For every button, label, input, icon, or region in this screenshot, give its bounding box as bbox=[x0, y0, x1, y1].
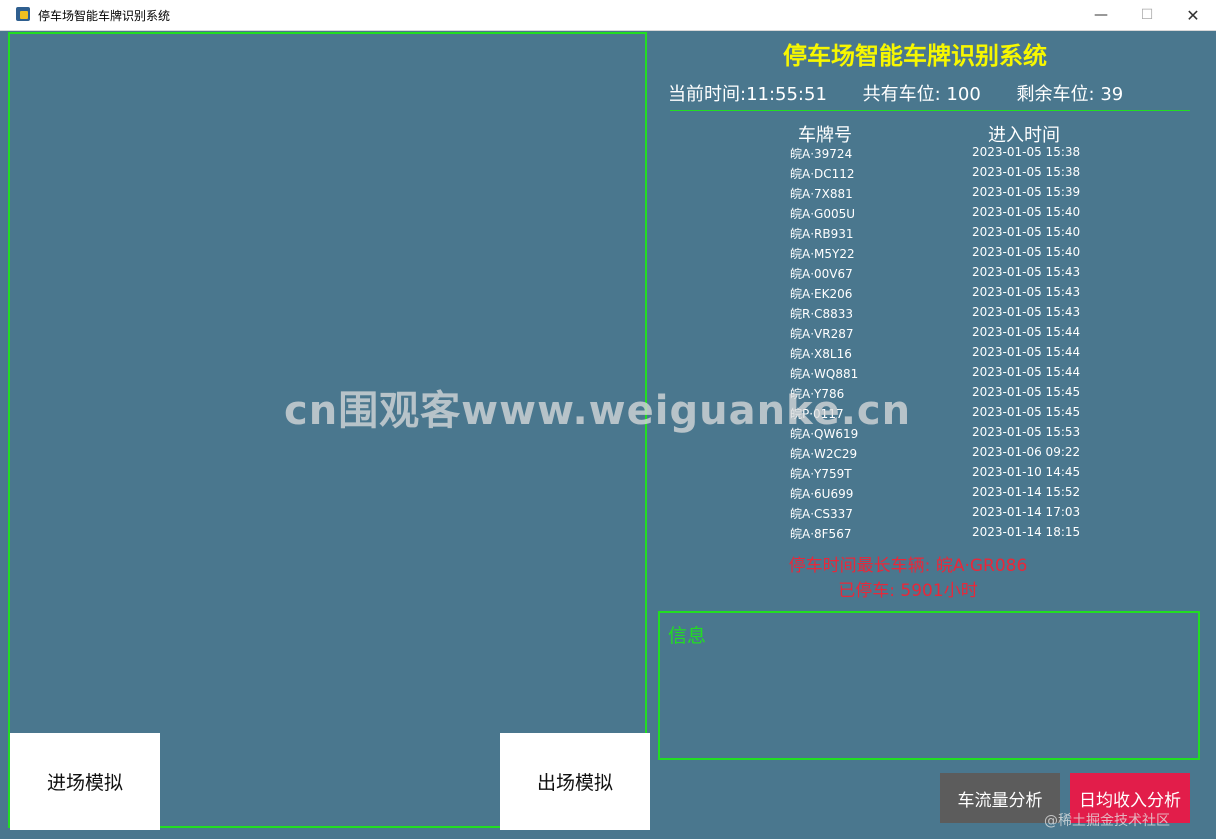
entry-time: 2023-01-05 15:39 bbox=[972, 185, 1081, 199]
close-button[interactable]: ✕ bbox=[1170, 0, 1216, 30]
plate-number: 皖A·W2C29 bbox=[790, 447, 858, 461]
info-panel: 信息 bbox=[658, 611, 1200, 760]
plate-number: 皖A·EK206 bbox=[790, 287, 853, 301]
longest-parked-duration: 已停车: 5901小时 bbox=[838, 581, 978, 601]
app-window: 停车场智能车牌识别系统 — ☐ ✕ 进场模拟 出场模拟 停车场智能车牌识别系统 … bbox=[0, 0, 1216, 839]
plate-number: 皖A·RB931 bbox=[790, 227, 854, 241]
enter-simulation-button[interactable]: 进场模拟 bbox=[10, 733, 160, 830]
plate-number: 皖A·WQ881 bbox=[790, 367, 859, 381]
entry-time: 2023-01-06 09:22 bbox=[972, 445, 1081, 459]
table-row: 皖A·WQ881 2023-01-05 15:44 bbox=[760, 363, 1140, 383]
entry-time: 2023-01-14 15:52 bbox=[972, 485, 1081, 499]
table-row: 皖R·C8833 2023-01-05 15:43 bbox=[760, 303, 1140, 323]
table-row: 皖A·Y759T 2023-01-10 14:45 bbox=[760, 463, 1140, 483]
entry-time: 2023-01-05 15:40 bbox=[972, 205, 1081, 219]
entry-time: 2023-01-05 15:40 bbox=[972, 245, 1081, 259]
plate-number: 皖R·C8833 bbox=[790, 307, 854, 321]
remaining-spaces: 剩余车位: 39 bbox=[1016, 84, 1124, 105]
entry-time: 2023-01-05 15:45 bbox=[972, 385, 1081, 399]
plate-number: 皖A·VR287 bbox=[790, 327, 854, 341]
vehicle-list: 皖A·39724 2023-01-05 15:38 皖A·DC112 2023-01… bbox=[760, 143, 1140, 543]
table-row: 皖A·CS337 2023-01-14 17:03 bbox=[760, 503, 1140, 523]
plate-number: 皖A·6U699 bbox=[790, 487, 854, 501]
window-title: 停车场智能车牌识别系统 bbox=[38, 9, 171, 23]
entry-time: 2023-01-14 17:03 bbox=[972, 505, 1081, 519]
table-row: 皖A·6U699 2023-01-14 15:52 bbox=[760, 483, 1140, 503]
status-line: 当前时间:11:55:51 共有车位: 100 剩余车位: 39 bbox=[668, 80, 1153, 106]
entry-time: 2023-01-10 14:45 bbox=[972, 465, 1081, 479]
camera-view bbox=[8, 32, 647, 828]
plate-number: 皖A·8F567 bbox=[790, 527, 852, 541]
entry-time: 2023-01-05 15:53 bbox=[972, 425, 1081, 439]
plate-number: 皖A·Y786 bbox=[790, 387, 845, 401]
table-row: 皖A·Y786 2023-01-05 15:45 bbox=[760, 383, 1140, 403]
longest-parked-vehicle: 停车时间最长车辆: 皖A·GR086 bbox=[788, 556, 1028, 576]
table-row: 皖A·8F567 2023-01-14 18:15 bbox=[760, 523, 1140, 543]
app-icon bbox=[16, 7, 30, 21]
table-row: 皖A·X8L16 2023-01-05 15:44 bbox=[760, 343, 1140, 363]
table-row: 皖A·00V67 2023-01-05 15:43 bbox=[760, 263, 1140, 283]
entry-time: 2023-01-05 15:40 bbox=[972, 225, 1081, 239]
entry-time: 2023-01-14 18:15 bbox=[972, 525, 1081, 539]
minimize-button[interactable]: — bbox=[1078, 0, 1124, 30]
plate-number: 皖A·CS337 bbox=[790, 507, 853, 521]
header-divider bbox=[670, 110, 1190, 111]
entry-time: 2023-01-05 15:44 bbox=[972, 325, 1081, 339]
table-row: 皖A·M5Y22 2023-01-05 15:40 bbox=[760, 243, 1140, 263]
table-row: 皖A·7X881 2023-01-05 15:39 bbox=[760, 183, 1140, 203]
plate-number: 皖A·X8L16 bbox=[790, 347, 852, 361]
plate-number: 皖A·QW619 bbox=[790, 427, 859, 441]
plate-number: 皖A·00V67 bbox=[790, 267, 853, 281]
table-row: 皖A·VR287 2023-01-05 15:44 bbox=[760, 323, 1140, 343]
table-row: 皖A·G005U 2023-01-05 15:40 bbox=[760, 203, 1140, 223]
table-row: 皖P·0117 2023-01-05 15:45 bbox=[760, 403, 1140, 423]
current-time: 当前时间:11:55:51 bbox=[668, 84, 827, 105]
entry-time: 2023-01-05 15:44 bbox=[972, 345, 1081, 359]
maximize-button[interactable]: ☐ bbox=[1124, 0, 1170, 30]
table-row: 皖A·DC112 2023-01-05 15:38 bbox=[760, 163, 1140, 183]
plate-number: 皖A·M5Y22 bbox=[790, 247, 855, 261]
table-row: 皖A·RB931 2023-01-05 15:40 bbox=[760, 223, 1140, 243]
info-label: 信息 bbox=[668, 625, 707, 647]
plate-number: 皖A·Y759T bbox=[790, 467, 852, 481]
entry-time: 2023-01-05 15:44 bbox=[972, 365, 1081, 379]
table-row: 皖A·EK206 2023-01-05 15:43 bbox=[760, 283, 1140, 303]
entry-time: 2023-01-05 15:38 bbox=[972, 165, 1081, 179]
total-spaces: 共有车位: 100 bbox=[862, 84, 981, 105]
plate-number: 皖A·7X881 bbox=[790, 187, 853, 201]
entry-time: 2023-01-05 15:43 bbox=[972, 305, 1081, 319]
plate-number: 皖A·G005U bbox=[790, 207, 856, 221]
table-row: 皖A·QW619 2023-01-05 15:53 bbox=[760, 423, 1140, 443]
plate-number: 皖A·39724 bbox=[790, 147, 853, 161]
corner-watermark: @稀土掘金技术社区 bbox=[1044, 813, 1170, 829]
exit-simulation-button[interactable]: 出场模拟 bbox=[500, 733, 650, 830]
traffic-flow-analysis-button[interactable]: 车流量分析 bbox=[940, 773, 1060, 823]
title-bar: 停车场智能车牌识别系统 — ☐ ✕ bbox=[0, 0, 1216, 31]
table-row: 皖A·W2C29 2023-01-06 09:22 bbox=[760, 443, 1140, 463]
plate-number: 皖P·0117 bbox=[790, 407, 844, 421]
plate-number: 皖A·DC112 bbox=[790, 167, 855, 181]
table-row: 皖A·39724 2023-01-05 15:38 bbox=[760, 143, 1140, 163]
system-title: 停车场智能车牌识别系统 bbox=[783, 42, 1047, 70]
entry-time: 2023-01-05 15:38 bbox=[972, 145, 1081, 159]
entry-time: 2023-01-05 15:45 bbox=[972, 405, 1081, 419]
entry-time: 2023-01-05 15:43 bbox=[972, 285, 1081, 299]
entry-time: 2023-01-05 15:43 bbox=[972, 265, 1081, 279]
